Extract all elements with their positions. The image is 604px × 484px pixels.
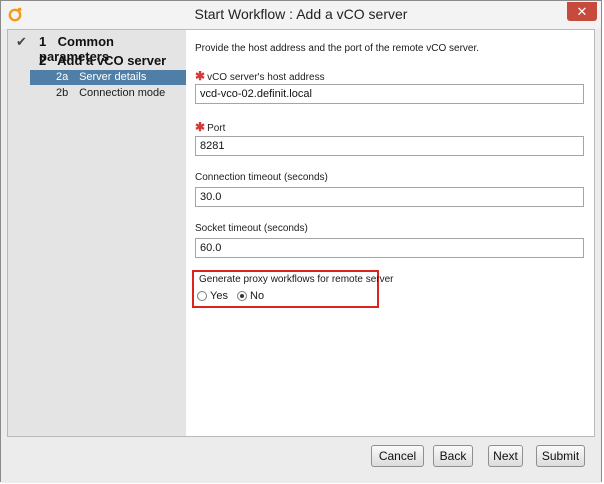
socket-timeout-label: Socket timeout (seconds) [195, 223, 308, 234]
proxy-workflows-highlight: Generate proxy workflows for remote serv… [192, 270, 394, 308]
title-bar: Start Workflow : Add a vCO server ✕ [1, 1, 601, 29]
host-address-label: ✱ vCO server's host address [195, 69, 325, 83]
port-label-text: Port [207, 123, 226, 134]
proxy-no-option[interactable]: No [237, 290, 270, 302]
back-button[interactable]: Back [433, 445, 473, 467]
proxy-yes-option[interactable]: Yes [197, 290, 237, 302]
step-number: 2 [39, 53, 47, 68]
cancel-button[interactable]: Cancel [371, 445, 424, 467]
proxy-workflows-label: Generate proxy workflows for remote serv… [199, 274, 394, 285]
proxy-no-radio[interactable] [237, 291, 248, 301]
substep-number: 2b [56, 87, 69, 99]
connection-timeout-label: Connection timeout (seconds) [195, 172, 328, 183]
proxy-yes-label: Yes [210, 290, 228, 302]
proxy-workflows-radio-group: Yes No [197, 290, 270, 304]
sidebar-substep-connection-mode[interactable]: 2b Connection mode [30, 86, 186, 101]
workflow-dialog: Start Workflow : Add a vCO server ✕ ✔ 1 … [0, 0, 602, 483]
step-label: Add a vCO server [57, 53, 167, 68]
next-button[interactable]: Next [488, 445, 523, 467]
substep-number: 2a [56, 71, 69, 83]
sidebar-step-add-vco-server[interactable]: 2 Add a vCO server [39, 53, 166, 68]
host-address-input[interactable] [195, 84, 584, 104]
port-label: ✱ Port [195, 120, 225, 134]
substep-label: Server details [79, 71, 147, 83]
proxy-no-label: No [250, 290, 265, 302]
substep-label: Connection mode [79, 87, 166, 99]
close-button[interactable]: ✕ [567, 2, 597, 21]
required-marker: ✱ [195, 69, 206, 83]
close-icon: ✕ [576, 4, 588, 19]
submit-button[interactable]: Submit [536, 445, 585, 467]
required-marker: ✱ [195, 120, 206, 134]
proxy-yes-radio[interactable] [197, 291, 207, 301]
dialog-content: ✔ 1 Common parameters 2 Add a vCO server… [7, 29, 595, 437]
wizard-sidebar: ✔ 1 Common parameters 2 Add a vCO server… [8, 30, 186, 436]
step-number: 1 [39, 34, 47, 49]
checkmark-icon: ✔ [16, 34, 27, 49]
window-title: Start Workflow : Add a vCO server [194, 6, 408, 22]
connection-timeout-input[interactable] [195, 187, 584, 207]
form-panel: Provide the host address and the port of… [186, 30, 594, 436]
form-intro: Provide the host address and the port of… [195, 43, 480, 54]
host-address-label-text: vCO server's host address [207, 72, 325, 83]
sidebar-substep-server-details[interactable]: 2a Server details [30, 70, 186, 85]
port-input[interactable] [195, 136, 584, 156]
socket-timeout-input[interactable] [195, 238, 584, 258]
